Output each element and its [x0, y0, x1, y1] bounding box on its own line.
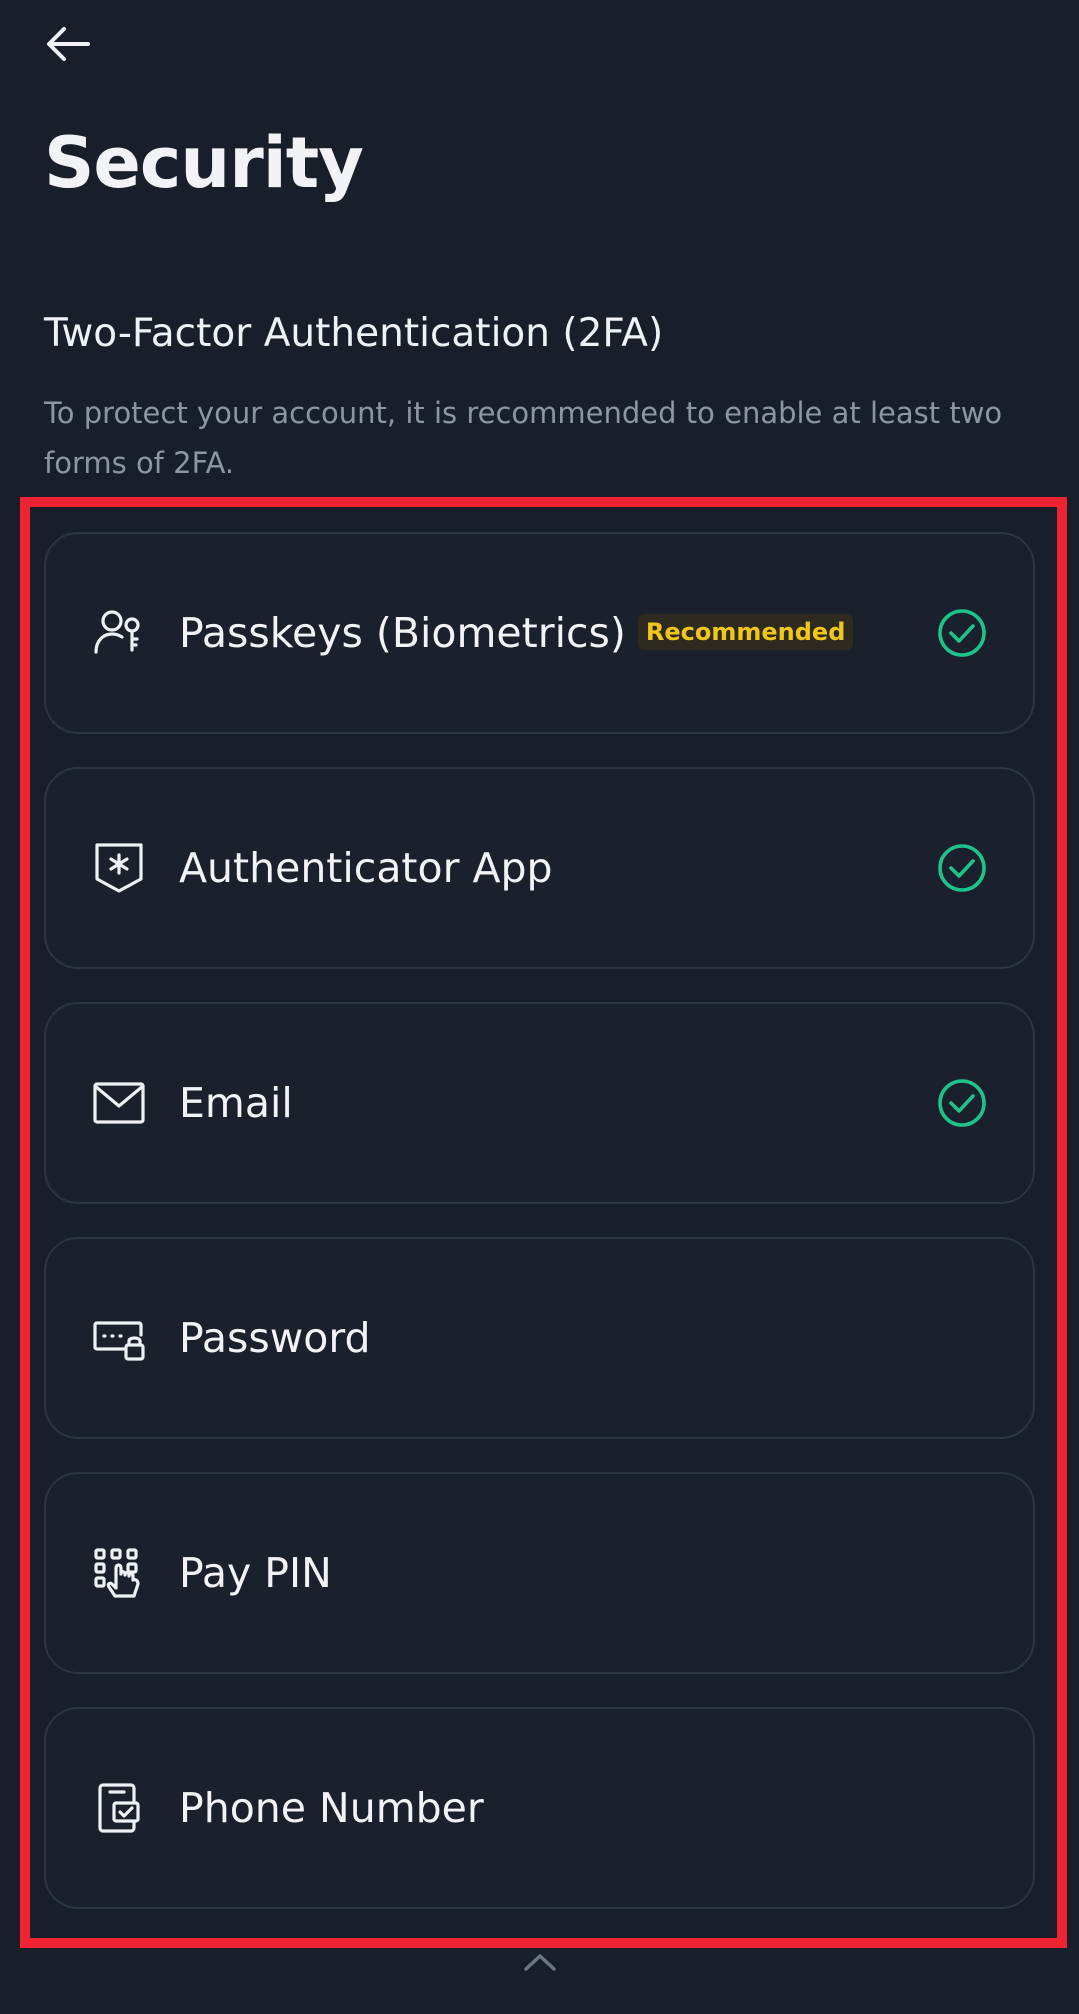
keypad-touch-icon [92, 1546, 146, 1600]
method-label: Password [179, 1314, 371, 1362]
method-card-email[interactable]: Email [44, 1002, 1035, 1204]
method-label: Phone Number [179, 1784, 484, 1832]
check-circle-icon [938, 609, 986, 657]
two-factor-method-list: Passkeys (Biometrics) Recommended Authent… [44, 532, 1035, 1942]
recommended-badge: Recommended [637, 614, 854, 650]
arrow-left-icon [47, 27, 90, 61]
method-label: Passkeys (Biometrics) Recommended [179, 609, 854, 657]
section-description: To protect your account, it is recommend… [44, 396, 1003, 480]
security-screen: Security Two-Factor Authentication (2FA)… [0, 0, 1079, 2014]
method-card-phone-number[interactable]: Phone Number [44, 1707, 1035, 1909]
method-card-pay-pin[interactable]: Pay PIN [44, 1472, 1035, 1674]
back-button[interactable] [40, 16, 96, 72]
method-card-password[interactable]: Password [44, 1237, 1035, 1439]
password-lock-icon [92, 1311, 146, 1365]
envelope-icon [92, 1076, 146, 1130]
passkey-person-icon [92, 606, 146, 660]
shield-asterisk-icon [92, 841, 146, 895]
check-circle-icon [938, 844, 986, 892]
section-title: Two-Factor Authentication (2FA) [44, 311, 664, 356]
check-circle-icon [938, 1079, 986, 1127]
phone-check-icon [92, 1781, 146, 1835]
method-label: Pay PIN [179, 1549, 332, 1597]
method-label: Authenticator App [179, 844, 553, 892]
chevron-up-icon [524, 1954, 556, 1971]
scroll-up-button[interactable] [516, 1946, 564, 1978]
page-title: Security [44, 122, 364, 204]
method-card-authenticator-app[interactable]: Authenticator App [44, 767, 1035, 969]
method-label: Email [179, 1079, 293, 1127]
method-card-passkeys[interactable]: Passkeys (Biometrics) Recommended [44, 532, 1035, 734]
